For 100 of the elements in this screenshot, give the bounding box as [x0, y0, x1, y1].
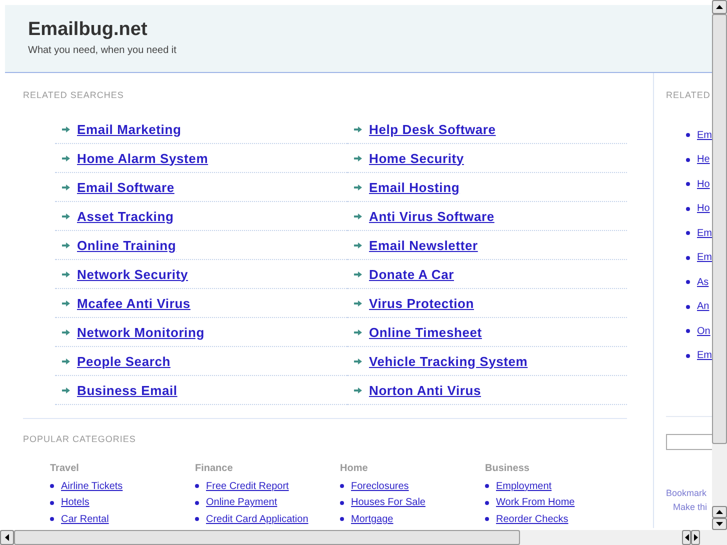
section-heading: RELATED: [666, 90, 710, 100]
search-link[interactable]: Virus Protection: [369, 296, 474, 310]
bullet-icon: [686, 133, 690, 138]
bullet-icon: [686, 182, 690, 186]
arrow-icon: [62, 328, 70, 336]
site-title: Emailbug.net: [28, 19, 148, 41]
category-heading: Finance: [195, 463, 233, 474]
scroll-down-button[interactable]: [712, 518, 727, 530]
sidebar-link[interactable]: As: [697, 276, 709, 288]
arrow-icon: [62, 154, 70, 162]
footer-link[interactable]: Bookmark: [666, 486, 707, 500]
category-link[interactable]: Online Payment: [206, 497, 278, 508]
search-link[interactable]: Home Security: [369, 150, 464, 166]
bullet-icon: [686, 206, 690, 211]
search-link[interactable]: Network Monitoring: [77, 324, 204, 340]
triangle-right-icon: [694, 534, 698, 541]
section-heading: RELATED SEARCHES: [23, 90, 124, 100]
search-link[interactable]: Email Newsletter: [369, 238, 478, 252]
sidebar-link[interactable]: Ho: [697, 203, 710, 214]
footer-link[interactable]: Make thi: [666, 500, 708, 514]
scroll-left-button[interactable]: [0, 530, 14, 545]
triangle-left-icon: [5, 534, 9, 541]
search-link[interactable]: Email Software: [77, 180, 174, 194]
triangle-up-icon: [716, 510, 723, 514]
arrow-icon: [62, 126, 70, 132]
search-link[interactable]: Email Marketing: [77, 122, 182, 136]
bullet-icon: [686, 329, 690, 334]
category-link[interactable]: Work From Home: [496, 497, 575, 508]
search-link[interactable]: Home Alarm System: [77, 150, 208, 166]
search-link[interactable]: Help Desk Software: [369, 122, 496, 136]
bullet-icon: [340, 500, 344, 505]
sidebar-link[interactable]: An: [697, 301, 710, 312]
category-heading: Home: [340, 463, 368, 474]
search-link[interactable]: Asset Tracking: [77, 208, 174, 224]
sidebar-link[interactable]: He: [697, 154, 710, 166]
triangle-down-icon: [716, 522, 723, 526]
bullet-icon: [340, 484, 344, 488]
scroll-up-button[interactable]: [712, 506, 727, 518]
sidebar-link[interactable]: Em: [697, 228, 712, 239]
arrow-icon: [354, 386, 362, 394]
search-link[interactable]: Norton Anti Virus: [369, 382, 481, 398]
search-link[interactable]: Email Hosting: [369, 180, 460, 194]
bullet-icon: [686, 354, 690, 358]
category-link[interactable]: Foreclosures: [351, 480, 409, 492]
search-link[interactable]: Donate A Car: [369, 266, 454, 282]
category-link[interactable]: Employment: [496, 480, 552, 492]
arrow-icon: [354, 300, 362, 306]
search-link[interactable]: Business Email: [77, 382, 178, 398]
search-link[interactable]: Anti Virus Software: [369, 208, 494, 224]
bullet-icon: [50, 517, 54, 522]
bullet-icon: [195, 484, 199, 488]
arrow-icon: [62, 270, 70, 278]
category-link[interactable]: Mortgage: [351, 514, 394, 525]
arrow-icon: [354, 154, 362, 162]
scroll-left-button[interactable]: [682, 530, 691, 545]
search-link[interactable]: People Search: [77, 354, 170, 368]
bullet-icon: [340, 517, 344, 522]
sidebar-link[interactable]: Em: [697, 350, 712, 362]
arrow-icon: [62, 358, 70, 364]
arrow-icon: [354, 358, 362, 364]
category-heading: Business: [485, 463, 530, 474]
bullet-icon: [686, 280, 690, 284]
category-link[interactable]: Houses For Sale: [351, 497, 426, 508]
bullet-icon: [195, 517, 199, 522]
category-link[interactable]: Hotels: [61, 497, 90, 508]
scrollbar-thumb[interactable]: [712, 14, 727, 444]
scroll-up-button[interactable]: [712, 0, 727, 14]
arrow-icon: [354, 184, 362, 190]
site-tagline: What you need, when you need it: [28, 45, 178, 56]
scrollbar-thumb[interactable]: [14, 530, 520, 545]
bullet-icon: [686, 256, 690, 260]
vertical-scrollbar[interactable]: [712, 0, 727, 530]
search-link[interactable]: Online Training: [77, 238, 176, 252]
category-link[interactable]: Airline Tickets: [61, 480, 123, 492]
sidebar-link[interactable]: Em: [697, 252, 712, 264]
arrow-icon: [62, 212, 70, 220]
search-link[interactable]: Vehicle Tracking System: [369, 354, 528, 368]
category-link[interactable]: Reorder Checks: [496, 514, 568, 525]
section-heading: POPULAR CATEGORIES: [23, 434, 136, 444]
search-link[interactable]: Online Timesheet: [369, 324, 482, 340]
bullet-icon: [686, 304, 690, 309]
sidebar-link[interactable]: On: [697, 326, 710, 337]
bullet-icon: [50, 500, 54, 505]
bullet-icon: [686, 231, 690, 236]
category-link[interactable]: Credit Card Application: [206, 514, 308, 525]
sidebar-link[interactable]: Em: [697, 130, 712, 141]
arrow-icon: [62, 300, 70, 306]
search-link[interactable]: Network Security: [77, 266, 188, 282]
sidebar-link[interactable]: Ho: [697, 178, 710, 190]
search-link[interactable]: Mcafee Anti Virus: [77, 296, 190, 310]
bullet-icon: [195, 500, 199, 505]
category-link[interactable]: Free Credit Report: [206, 480, 289, 492]
triangle-up-icon: [716, 5, 723, 9]
scroll-right-button[interactable]: [691, 530, 700, 545]
arrow-icon: [62, 184, 70, 190]
bullet-icon: [485, 517, 489, 522]
category-link[interactable]: Car Rental: [61, 514, 109, 525]
arrow-icon: [354, 212, 362, 220]
horizontal-scrollbar[interactable]: [0, 530, 727, 545]
bullet-icon: [50, 484, 54, 488]
